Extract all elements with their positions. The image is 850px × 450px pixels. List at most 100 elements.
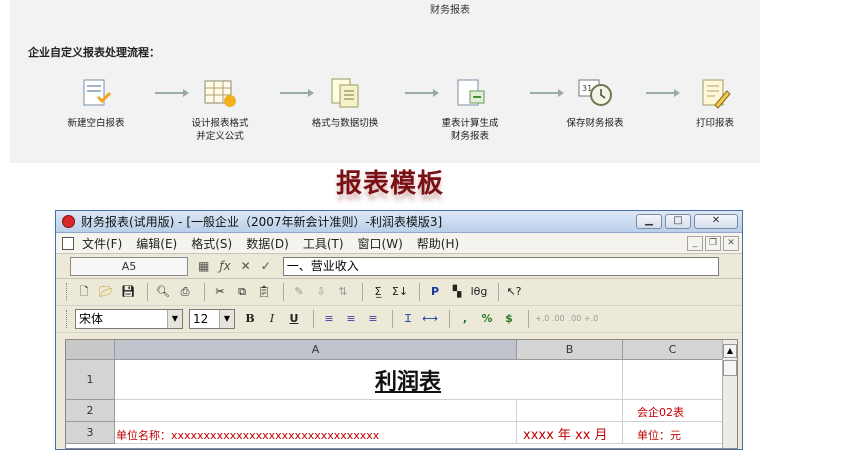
- confirm-icon[interactable]: ✓: [261, 259, 271, 273]
- column-header-a[interactable]: A: [115, 340, 517, 360]
- chevron-down-icon[interactable]: ▼: [219, 310, 234, 328]
- cell-reference-box[interactable]: A5: [70, 256, 188, 276]
- sort-icon[interactable]: ⇅: [334, 283, 352, 301]
- paragraph-icon[interactable]: P: [426, 283, 444, 301]
- bold-icon[interactable]: B: [241, 310, 259, 328]
- step-caption: 格式与数据切换: [311, 118, 379, 129]
- title-bar[interactable]: 财务报表(试用版) - [一般企业（2007年新会计准则）-利润表模版3] ▁ …: [56, 211, 742, 233]
- comma-style-icon[interactable]: ,: [456, 310, 474, 328]
- mdi-restore-button[interactable]: ❐: [705, 235, 721, 251]
- blank-report-icon: [78, 77, 114, 109]
- maximize-button[interactable]: □: [665, 214, 691, 229]
- currency-icon[interactable]: $: [500, 310, 518, 328]
- cell-b2[interactable]: [517, 400, 623, 422]
- cell-c3[interactable]: 单位：元: [623, 422, 723, 444]
- menu-edit[interactable]: 编辑(E): [136, 235, 177, 252]
- menu-window[interactable]: 窗口(W): [358, 235, 403, 252]
- help-pointer-icon[interactable]: ↖?: [505, 283, 523, 301]
- auto-sum-icon[interactable]: Σ↓: [391, 283, 409, 301]
- percent-icon[interactable]: %: [478, 310, 496, 328]
- toolbar-grip[interactable]: [66, 283, 69, 301]
- toolbar-separator: [362, 283, 363, 301]
- cell-a1-merged[interactable]: 利润表: [115, 360, 623, 400]
- cell-c2[interactable]: 会企02表: [623, 400, 723, 422]
- vertical-scrollbar[interactable]: ▲: [722, 340, 737, 448]
- flow-title: 企业自定义报表处理流程：: [28, 46, 160, 59]
- toolbar-separator: [419, 283, 420, 301]
- font-size-select[interactable]: 12 ▼: [189, 309, 235, 329]
- menu-file[interactable]: 文件(F): [82, 235, 122, 252]
- column-header-b[interactable]: B: [517, 340, 623, 360]
- menu-data[interactable]: 数据(D): [246, 235, 289, 252]
- font-name-select[interactable]: 宋体 ▼: [75, 309, 183, 329]
- format-painter-icon[interactable]: ✎: [290, 283, 308, 301]
- bookmark-icon[interactable]: ▚: [448, 283, 466, 301]
- flow-diagram-panel: 财务报表 企业自定义报表处理流程： 新建空白报表 设计报表格式 并定义公式 格式…: [10, 0, 760, 163]
- cell-b3[interactable]: xxxx 年 xx 月: [517, 422, 623, 444]
- align-right-icon[interactable]: ≡: [364, 310, 382, 328]
- flow-step-calculate: 重表计算生成 财务报表: [420, 77, 520, 143]
- toolbar-separator: [283, 283, 284, 301]
- toolbar-separator: [147, 283, 148, 301]
- scroll-up-icon[interactable]: ▲: [723, 344, 737, 358]
- print-report-icon: [697, 77, 733, 109]
- sum-icon[interactable]: Σ̲: [369, 283, 387, 301]
- align-center-icon[interactable]: ≡: [342, 310, 360, 328]
- save-icon[interactable]: 💾︎: [119, 283, 137, 301]
- step-caption: 打印报表: [695, 118, 734, 129]
- format-toolbar: 宋体 ▼ 12 ▼ B I U ≡ ≡ ≡ Ɪ ⟷ , % $ +.0 .00 …: [56, 306, 742, 333]
- font-size-value: 12: [193, 312, 209, 326]
- spreadsheet-grid[interactable]: A B C 1 利润表 2 会企02表 3 单位名称：xxxxxxxxxxxxx…: [65, 339, 738, 449]
- open-folder-icon[interactable]: 📂︎: [97, 283, 115, 301]
- decrease-decimal-icon[interactable]: .00 +.0: [569, 310, 599, 328]
- print-icon[interactable]: ⎙: [176, 283, 194, 301]
- horizontal-fit-icon[interactable]: ⟷: [421, 310, 439, 328]
- print-preview-icon[interactable]: 🔍︎: [154, 283, 172, 301]
- toolbar-grip[interactable]: [66, 310, 69, 328]
- new-file-icon[interactable]: 🗋: [75, 283, 93, 301]
- copy-icon[interactable]: ⧉: [233, 283, 251, 301]
- menu-tools[interactable]: 工具(T): [303, 235, 344, 252]
- paste-icon[interactable]: 📋︎: [255, 283, 273, 301]
- minimize-button[interactable]: ▁: [636, 214, 662, 229]
- close-button[interactable]: ✕: [694, 214, 738, 229]
- document-icon[interactable]: [62, 236, 74, 250]
- align-left-icon[interactable]: ≡: [320, 310, 338, 328]
- formula-input[interactable]: 一、营业收入: [282, 256, 719, 276]
- increase-decimal-icon[interactable]: +.0 .00: [535, 310, 565, 328]
- scroll-thumb[interactable]: [723, 360, 737, 376]
- standard-toolbar: 🗋 📂︎ 💾︎ 🔍︎ ⎙ ✂ ⧉ 📋︎ ✎ ⇩ ⇅ Σ̲ Σ↓ P ▚ lθg …: [56, 279, 742, 306]
- menu-format[interactable]: 格式(S): [191, 235, 232, 252]
- fill-icon[interactable]: ⇩: [312, 283, 330, 301]
- cell-c1[interactable]: [623, 360, 723, 400]
- mdi-minimize-button[interactable]: _: [687, 235, 703, 251]
- underline-icon[interactable]: U: [285, 310, 303, 328]
- switch-format-icon: [327, 77, 363, 109]
- cell-a3[interactable]: 单位名称：xxxxxxxxxxxxxxxxxxxxxxxxxxxxxxxx: [115, 422, 517, 444]
- cell-a2[interactable]: [115, 400, 517, 422]
- toolbar-separator: [313, 310, 314, 328]
- log-icon[interactable]: lθg: [470, 283, 488, 301]
- table-row: 1 利润表: [66, 360, 723, 400]
- chevron-down-icon[interactable]: ▼: [167, 310, 182, 328]
- app-icon[interactable]: [62, 215, 75, 228]
- mdi-buttons: _ ❐ ✕: [687, 235, 739, 251]
- menu-help[interactable]: 帮助(H): [417, 235, 459, 252]
- cut-icon[interactable]: ✂: [211, 283, 229, 301]
- row-header[interactable]: 3: [66, 422, 115, 444]
- italic-icon[interactable]: I: [263, 310, 281, 328]
- select-all-corner[interactable]: [66, 340, 115, 360]
- previous-row-caption: 财务报表: [430, 5, 470, 16]
- vertical-fit-icon[interactable]: Ɪ: [399, 310, 417, 328]
- mdi-close-button[interactable]: ✕: [723, 235, 739, 251]
- menu-bar: 文件(F) 编辑(E) 格式(S) 数据(D) 工具(T) 窗口(W) 帮助(H…: [56, 233, 742, 254]
- calculator-icon[interactable]: ▦: [198, 259, 209, 273]
- column-header-c[interactable]: C: [623, 340, 723, 360]
- section-heading: 报表模板: [335, 169, 444, 199]
- calculate-report-icon: [452, 77, 488, 109]
- row-header[interactable]: 1: [66, 360, 115, 400]
- flow-step-new-blank: 新建空白报表: [46, 77, 146, 130]
- function-icon[interactable]: ƒx: [219, 259, 230, 273]
- cancel-icon[interactable]: ✕: [241, 259, 251, 273]
- row-header[interactable]: 2: [66, 400, 115, 422]
